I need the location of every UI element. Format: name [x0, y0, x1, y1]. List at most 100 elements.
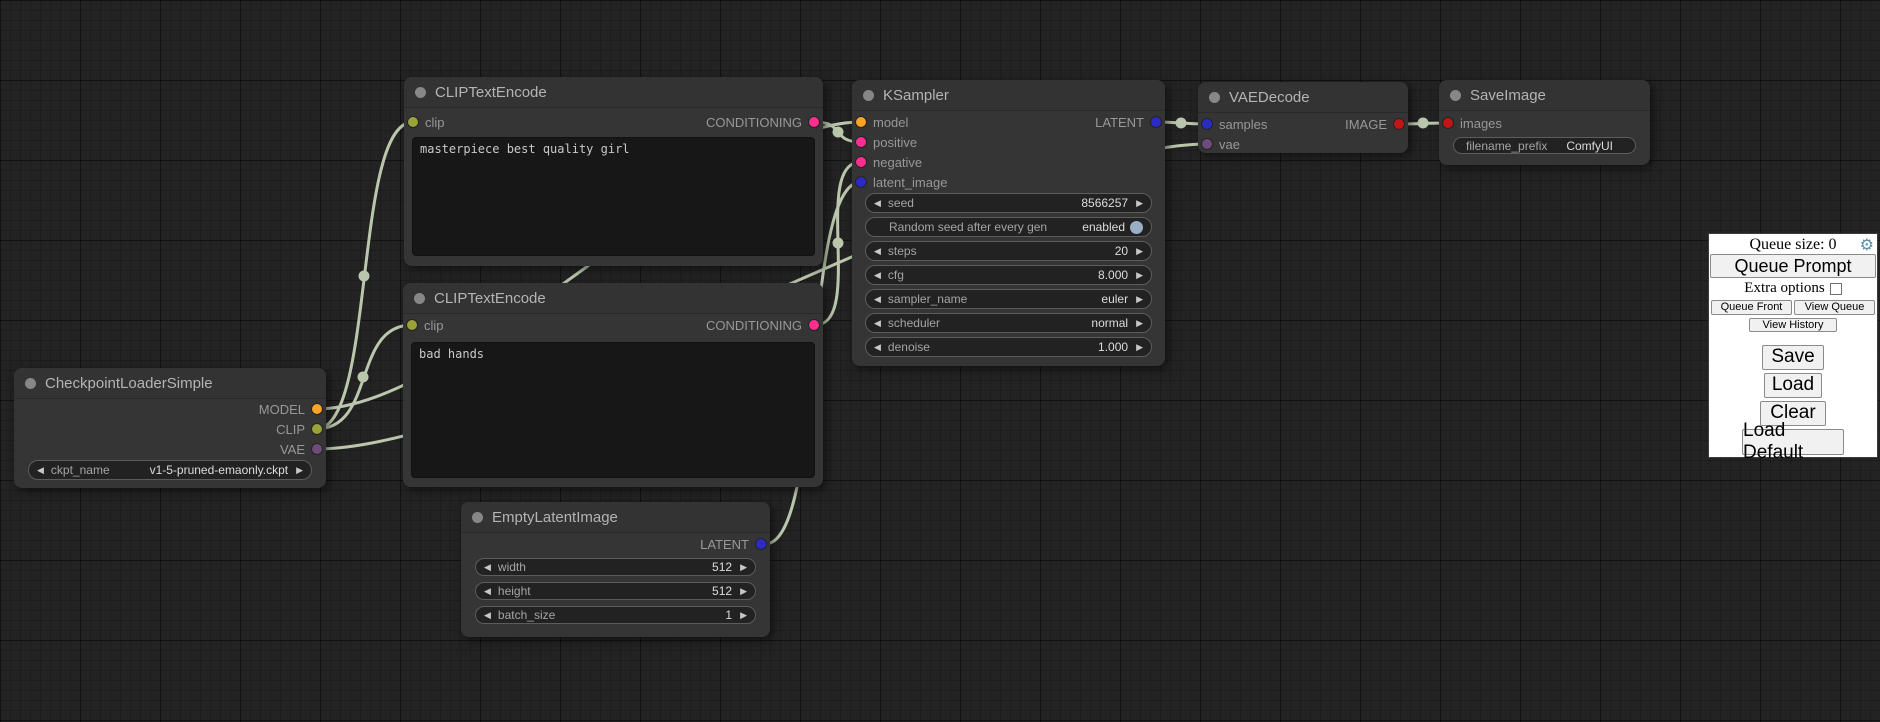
- slot-dot-clip[interactable]: [312, 424, 322, 434]
- node-clip-text-encode-negative[interactable]: CLIPTextEncode clip CONDITIONING bad han…: [403, 283, 823, 487]
- node-titlebar[interactable]: EmptyLatentImage: [461, 502, 770, 533]
- increment-arrow-icon[interactable]: ▶: [740, 611, 747, 620]
- widget-cfg[interactable]: ◀ cfg 8.000 ▶: [865, 265, 1152, 285]
- view-history-button[interactable]: View History: [1749, 318, 1837, 332]
- output-slot-clip[interactable]: CLIP: [276, 421, 322, 437]
- decrement-arrow-icon[interactable]: ◀: [874, 199, 881, 208]
- slot-dot-latent[interactable]: [1202, 119, 1212, 129]
- slot-dot-conditioning[interactable]: [856, 137, 866, 147]
- save-button[interactable]: Save: [1762, 345, 1824, 370]
- collapse-dot-icon[interactable]: [25, 378, 36, 389]
- toggle-enabled-icon[interactable]: [1130, 221, 1143, 234]
- node-titlebar[interactable]: VAEDecode: [1198, 82, 1408, 113]
- input-slot-vae[interactable]: vae: [1202, 136, 1240, 152]
- slot-dot-conditioning[interactable]: [856, 157, 866, 167]
- increment-arrow-icon[interactable]: ▶: [740, 587, 747, 596]
- collapse-dot-icon[interactable]: [472, 512, 483, 523]
- increment-arrow-icon[interactable]: ▶: [1136, 319, 1143, 328]
- slot-dot-latent[interactable]: [756, 539, 766, 549]
- widget-height[interactable]: ◀ height 512 ▶: [475, 582, 756, 600]
- increment-arrow-icon[interactable]: ▶: [740, 563, 747, 572]
- decrement-arrow-icon[interactable]: ◀: [37, 466, 44, 475]
- slot-dot-clip[interactable]: [408, 117, 418, 127]
- queue-front-button[interactable]: Queue Front: [1711, 300, 1792, 315]
- increment-arrow-icon[interactable]: ▶: [1136, 295, 1143, 304]
- slot-dot-conditioning[interactable]: [809, 320, 819, 330]
- slot-dot-latent[interactable]: [856, 177, 866, 187]
- slot-dot-latent[interactable]: [1151, 117, 1161, 127]
- input-slot-clip[interactable]: clip: [408, 114, 445, 130]
- widget-random-seed-toggle[interactable]: Random seed after every gen enabled: [865, 217, 1152, 237]
- increment-arrow-icon[interactable]: ▶: [296, 466, 303, 475]
- output-slot-conditioning[interactable]: CONDITIONING: [706, 114, 819, 130]
- widget-batch-size[interactable]: ◀ batch_size 1 ▶: [475, 606, 756, 624]
- widget-scheduler[interactable]: ◀ scheduler normal ▶: [865, 313, 1152, 333]
- node-titlebar[interactable]: CLIPTextEncode: [403, 283, 823, 314]
- slot-dot-vae[interactable]: [1202, 139, 1212, 149]
- widget-sampler-name[interactable]: ◀ sampler_name euler ▶: [865, 289, 1152, 309]
- output-slot-vae[interactable]: VAE: [280, 441, 322, 457]
- node-titlebar[interactable]: SaveImage: [1439, 80, 1650, 111]
- extra-options-checkbox[interactable]: [1830, 283, 1842, 295]
- node-clip-text-encode-positive[interactable]: CLIPTextEncode clip CONDITIONING masterp…: [404, 77, 823, 266]
- input-slot-model[interactable]: model: [856, 114, 908, 130]
- collapse-dot-icon[interactable]: [863, 90, 874, 101]
- prompt-textarea[interactable]: bad hands: [411, 342, 815, 478]
- input-slot-negative[interactable]: negative: [856, 154, 922, 170]
- load-button[interactable]: Load: [1764, 373, 1822, 398]
- slot-dot-vae[interactable]: [312, 444, 322, 454]
- decrement-arrow-icon[interactable]: ◀: [874, 247, 881, 256]
- widget-steps[interactable]: ◀ steps 20 ▶: [865, 241, 1152, 261]
- slot-dot-clip[interactable]: [407, 320, 417, 330]
- prompt-textarea[interactable]: masterpiece best quality girl: [412, 137, 815, 256]
- increment-arrow-icon[interactable]: ▶: [1136, 247, 1143, 256]
- node-ksampler[interactable]: KSampler model positive negative latent_…: [852, 80, 1165, 366]
- decrement-arrow-icon[interactable]: ◀: [874, 271, 881, 280]
- node-checkpoint-loader[interactable]: CheckpointLoaderSimple MODEL CLIP VAE ◀ …: [14, 368, 326, 488]
- input-slot-samples[interactable]: samples: [1202, 116, 1267, 132]
- view-queue-button[interactable]: View Queue: [1794, 300, 1875, 315]
- node-titlebar[interactable]: CheckpointLoaderSimple: [14, 368, 326, 399]
- link-dot: [833, 127, 844, 138]
- node-vae-decode[interactable]: VAEDecode samples vae IMAGE: [1198, 82, 1408, 153]
- output-slot-conditioning[interactable]: CONDITIONING: [706, 317, 819, 333]
- widget-ckpt-name[interactable]: ◀ ckpt_name v1-5-pruned-emaonly.ckpt ▶: [28, 460, 312, 480]
- output-slot-image[interactable]: IMAGE: [1345, 116, 1404, 132]
- output-slot-latent[interactable]: LATENT: [700, 536, 766, 552]
- collapse-dot-icon[interactable]: [1450, 90, 1461, 101]
- decrement-arrow-icon[interactable]: ◀: [874, 295, 881, 304]
- node-empty-latent-image[interactable]: EmptyLatentImage LATENT ◀ width 512 ▶ ◀ …: [461, 502, 770, 637]
- input-slot-images[interactable]: images: [1443, 115, 1502, 131]
- slot-dot-conditioning[interactable]: [809, 117, 819, 127]
- widget-denoise[interactable]: ◀ denoise 1.000 ▶: [865, 337, 1152, 357]
- input-slot-positive[interactable]: positive: [856, 134, 917, 150]
- queue-prompt-button[interactable]: Queue Prompt: [1710, 254, 1876, 278]
- increment-arrow-icon[interactable]: ▶: [1136, 271, 1143, 280]
- slot-dot-image[interactable]: [1394, 119, 1404, 129]
- input-slot-latent-image[interactable]: latent_image: [856, 174, 947, 190]
- input-slot-clip[interactable]: clip: [407, 317, 444, 333]
- decrement-arrow-icon[interactable]: ◀: [874, 343, 881, 352]
- slot-dot-image[interactable]: [1443, 118, 1453, 128]
- output-slot-latent[interactable]: LATENT: [1095, 114, 1161, 130]
- increment-arrow-icon[interactable]: ▶: [1136, 199, 1143, 208]
- slot-dot-model[interactable]: [312, 404, 322, 414]
- settings-gear-icon[interactable]: ⚙: [1860, 235, 1874, 254]
- node-save-image[interactable]: SaveImage images filename_prefix ComfyUI: [1439, 80, 1650, 165]
- widget-seed[interactable]: ◀ seed 8566257 ▶: [865, 193, 1152, 213]
- decrement-arrow-icon[interactable]: ◀: [874, 319, 881, 328]
- output-slot-model[interactable]: MODEL: [259, 401, 322, 417]
- node-titlebar[interactable]: KSampler: [852, 80, 1165, 111]
- collapse-dot-icon[interactable]: [414, 293, 425, 304]
- decrement-arrow-icon[interactable]: ◀: [484, 611, 491, 620]
- collapse-dot-icon[interactable]: [1209, 92, 1220, 103]
- widget-width[interactable]: ◀ width 512 ▶: [475, 558, 756, 576]
- slot-dot-model[interactable]: [856, 117, 866, 127]
- node-titlebar[interactable]: CLIPTextEncode: [404, 77, 823, 108]
- increment-arrow-icon[interactable]: ▶: [1136, 343, 1143, 352]
- decrement-arrow-icon[interactable]: ◀: [484, 563, 491, 572]
- load-default-button[interactable]: Load Default: [1742, 429, 1844, 455]
- widget-filename-prefix[interactable]: filename_prefix ComfyUI: [1453, 137, 1636, 154]
- collapse-dot-icon[interactable]: [415, 87, 426, 98]
- decrement-arrow-icon[interactable]: ◀: [484, 587, 491, 596]
